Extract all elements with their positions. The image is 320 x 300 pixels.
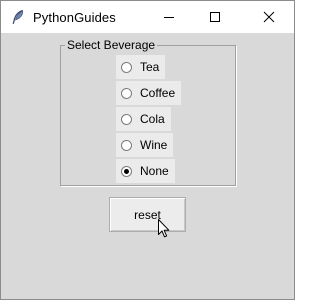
window-title: PythonGuides (33, 10, 116, 25)
radio-button-icon[interactable] (121, 139, 132, 151)
maximize-icon (210, 12, 220, 22)
beverage-group: Select Beverage Tea Coffee Cola Wine Non… (60, 38, 236, 186)
app-window: PythonGuides Select Beverage Tea Coffee … (0, 0, 295, 300)
radio-wine[interactable]: Wine (116, 133, 174, 157)
radio-label: Coffee (140, 86, 176, 100)
radio-label: Wine (140, 138, 168, 152)
radio-button-icon[interactable] (121, 165, 132, 177)
close-icon (263, 11, 275, 23)
radio-cola[interactable]: Cola (116, 107, 171, 131)
radio-label: Tea (140, 60, 160, 74)
client-area: Select Beverage Tea Coffee Cola Wine Non… (1, 33, 294, 299)
close-button[interactable] (247, 1, 293, 33)
maximize-button[interactable] (193, 1, 239, 33)
arrow-cursor-icon (158, 219, 170, 238)
minimize-icon (164, 17, 174, 18)
feather-icon (10, 9, 26, 25)
radio-none[interactable]: None (116, 159, 175, 183)
radio-tea[interactable]: Tea (116, 55, 166, 79)
radio-label: None (140, 164, 169, 178)
minimize-button[interactable] (147, 1, 193, 33)
radio-button-icon[interactable] (121, 61, 132, 73)
radio-button-icon[interactable] (121, 113, 132, 125)
title-bar[interactable]: PythonGuides (1, 1, 294, 33)
radio-button-icon[interactable] (121, 87, 132, 99)
radio-label: Cola (140, 112, 165, 126)
reset-button[interactable]: reset (109, 197, 186, 232)
radio-coffee[interactable]: Coffee (116, 81, 182, 105)
group-label: Select Beverage (65, 38, 158, 52)
